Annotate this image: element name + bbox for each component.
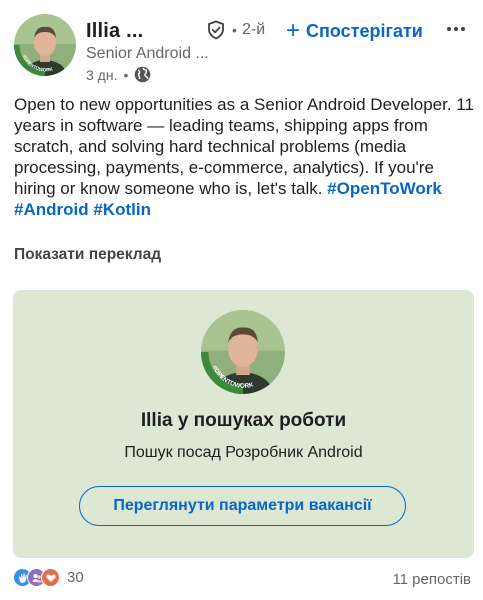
view-job-preferences-button[interactable]: Переглянути параметри вакансії [79, 486, 406, 526]
meta-separator: • [123, 66, 129, 83]
card-avatar[interactable]: #OPENTOWORK [201, 310, 285, 394]
reaction-count: 30 [67, 569, 84, 586]
reposts-count[interactable]: 11 репостів [392, 571, 471, 588]
connection-degree: 2-й [242, 21, 266, 38]
degree-separator: • [232, 22, 237, 38]
post-header: #OPENTOWORK Illia ... • 2-й + Спостеріга… [14, 14, 471, 84]
author-name-row: Illia ... [86, 18, 143, 44]
show-translation-button[interactable]: Показати переклад [14, 246, 161, 264]
open-to-work-card: #OPENTOWORK Illia у пошуках роботи Пошук… [13, 290, 474, 558]
love-reaction-icon [41, 568, 60, 587]
hashtag-android[interactable]: #Android [14, 200, 89, 219]
more-dot-icon [447, 27, 451, 31]
follow-button[interactable]: + Спостерігати [286, 19, 423, 43]
reactions-summary[interactable]: 30 [13, 568, 84, 587]
post-time: 3 дн. [86, 66, 118, 83]
more-dot-icon [461, 27, 465, 31]
author-headline: Senior Android ... [86, 45, 209, 62]
hashtag-opentowork[interactable]: #OpenToWork [327, 179, 442, 198]
card-avatar-image: #OPENTOWORK [201, 310, 285, 394]
verified-shield-icon[interactable] [206, 20, 226, 40]
card-title: Illia у пошуках роботи [140, 410, 347, 431]
globe-icon [135, 66, 151, 83]
author-avatar[interactable]: #OPENTOWORK [14, 14, 76, 76]
more-dot-icon [454, 27, 458, 31]
plus-icon: + [286, 17, 301, 44]
follow-label: Спостерігати [306, 20, 423, 41]
post-body: Open to new opportunities as a Senior An… [14, 94, 474, 220]
post-meta: 3 дн. • [86, 66, 151, 83]
card-subtitle: Пошук посад Розробник Android [124, 444, 363, 461]
avatar-image: #OPENTOWORK [14, 14, 76, 76]
social-counts: 30 11 репостів [13, 568, 471, 592]
hashtag-kotlin[interactable]: #Kotlin [93, 200, 151, 219]
author-name[interactable]: Illia ... [86, 20, 143, 43]
more-options-button[interactable] [441, 14, 471, 44]
